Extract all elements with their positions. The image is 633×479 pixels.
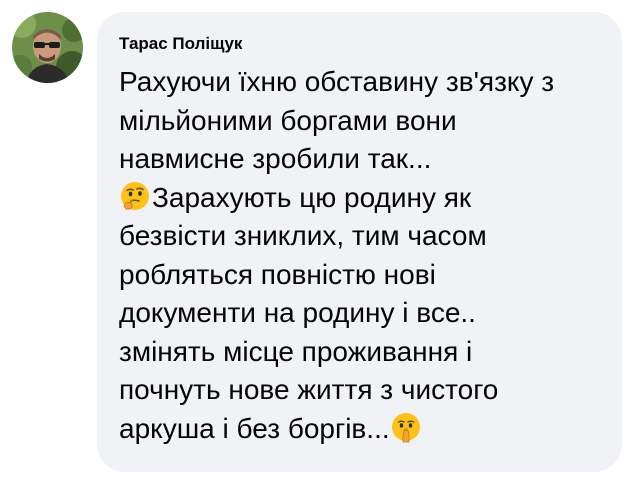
thinking-face-icon xyxy=(119,180,151,212)
shushing-face-icon xyxy=(390,411,422,443)
comment-author-name[interactable]: Тарас Поліщук xyxy=(119,34,604,54)
comment-bubble: Тарас Поліщук Рахуючи їхню обставину зв'… xyxy=(97,12,622,472)
comment-line: почнуть нове життя з чистого xyxy=(119,374,499,405)
avatar-photo xyxy=(12,12,83,83)
comment-line: Рахуючи їхню обставину зв'язку з xyxy=(119,66,555,97)
comment-line: документи на родину і все.. xyxy=(119,297,476,328)
author-avatar[interactable] xyxy=(12,12,83,83)
comment-line-with-emoji: аркуша і без боргів... xyxy=(119,410,604,449)
comment-line: робляться повністю нові xyxy=(119,258,436,290)
comment-line: безвісти зниклих, тим часом xyxy=(119,220,487,251)
comment-line-text: Зарахують цю родину як xyxy=(152,181,472,213)
comment-text: Рахуючи їхню обставину зв'язку з мільйон… xyxy=(119,63,604,448)
comment-line: навмисне зробили так... xyxy=(119,143,432,174)
comment-line-text: аркуша і без боргів... xyxy=(119,412,390,444)
comment-line: змінять місце проживання і xyxy=(119,335,473,367)
comment-line: мільйоними боргами вони xyxy=(119,104,457,136)
comment-line-with-emoji: Зарахують цю родину як xyxy=(119,179,604,218)
